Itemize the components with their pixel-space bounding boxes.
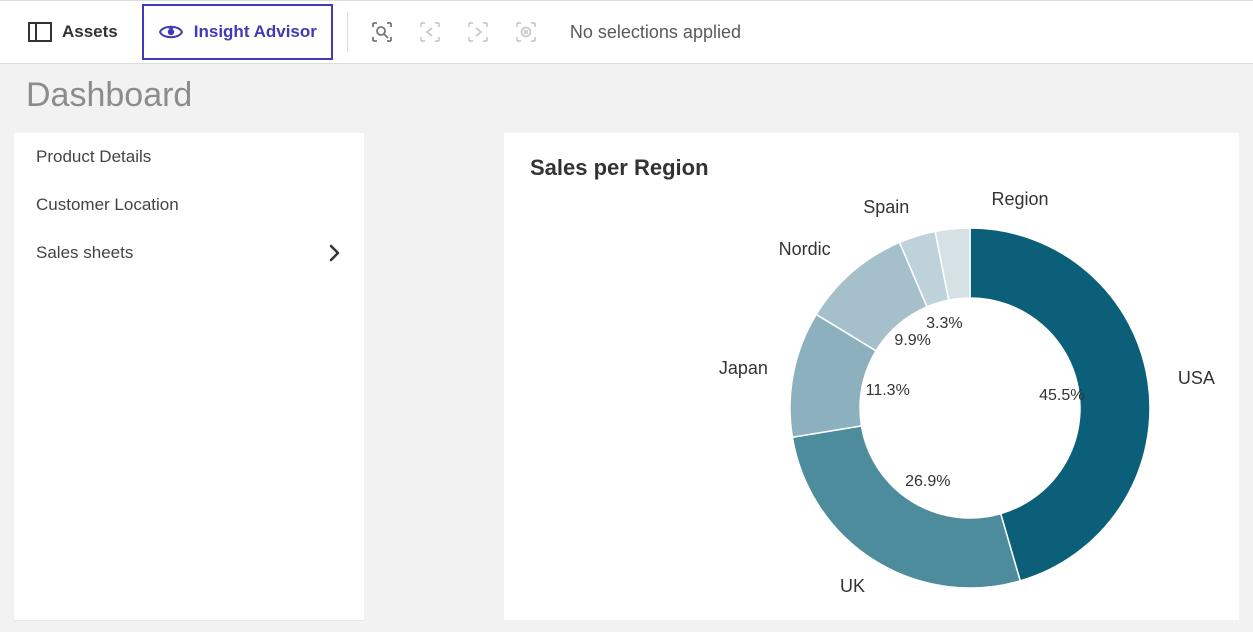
- donut-chart[interactable]: USAUKJapanNordicSpain 45.5%26.9%11.3%9.9…: [530, 218, 1213, 598]
- selection-search-button[interactable]: [362, 12, 402, 52]
- selection-back-button: [410, 12, 450, 52]
- chart-value-label: 9.9%: [894, 332, 930, 350]
- sheet-item-label: Product Details: [36, 147, 151, 167]
- chart-value-label: 45.5%: [1039, 387, 1084, 405]
- chart-value-label: 26.9%: [905, 473, 950, 491]
- chart-slice-label: USA: [1178, 368, 1215, 389]
- selection-clear-button: [506, 12, 546, 52]
- assets-label: Assets: [62, 22, 118, 42]
- insight-advisor-button[interactable]: Insight Advisor: [142, 4, 333, 60]
- eye-spark-icon: [158, 22, 184, 42]
- top-toolbar: Assets Insight Advisor No selections app…: [0, 0, 1253, 64]
- sheet-list-item-sales-sheets[interactable]: Sales sheets: [14, 229, 364, 277]
- sheet-list: Product Details Customer Location Sales …: [14, 133, 364, 620]
- insight-advisor-label: Insight Advisor: [194, 22, 317, 42]
- chart-slice-label: Nordic: [779, 239, 831, 260]
- chart-slice-label: Spain: [863, 197, 909, 218]
- chart-slice-label: Japan: [719, 358, 768, 379]
- sheet-list-item-product-details[interactable]: Product Details: [14, 133, 364, 181]
- assets-button[interactable]: Assets: [12, 4, 134, 60]
- sheet-item-label: Customer Location: [36, 195, 179, 215]
- chart-card: Sales per Region Region USA UK Japan Nordic…: [504, 133, 1239, 620]
- chart-slice-label: UK: [840, 576, 865, 597]
- panel-icon: [28, 22, 52, 42]
- sheet-item-label: Sales sheets: [36, 243, 133, 263]
- chevron-right-icon: [328, 243, 342, 263]
- selection-forward-button: [458, 12, 498, 52]
- chart-title: Sales per Region: [530, 155, 1213, 181]
- page-title: Dashboard: [14, 76, 1239, 115]
- selection-status-text: No selections applied: [570, 22, 741, 43]
- sheet-list-item-customer-location[interactable]: Customer Location: [14, 181, 364, 229]
- chart-value-label: 11.3%: [866, 382, 910, 400]
- chart-value-label: 3.3%: [926, 315, 962, 333]
- chart-legend-title: Region: [930, 189, 1110, 210]
- toolbar-separator: [347, 12, 348, 52]
